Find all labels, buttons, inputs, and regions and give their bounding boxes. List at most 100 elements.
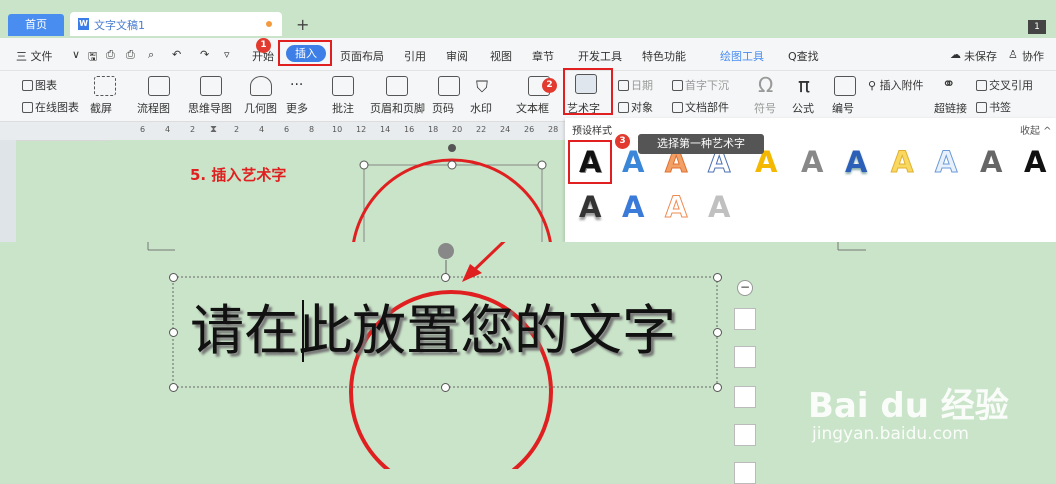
wordart-style-15[interactable]: A <box>708 190 730 224</box>
resize-handle[interactable] <box>441 383 450 392</box>
chevron-down-icon[interactable]: ∨ <box>72 48 80 61</box>
menu-review[interactable]: 审阅 <box>446 48 468 64</box>
ruler-tick: 6 <box>140 125 146 134</box>
resize-handle[interactable] <box>169 328 178 337</box>
wordart-style-10[interactable]: A <box>980 145 1002 179</box>
resize-handle[interactable] <box>713 328 722 337</box>
wordart-style-6[interactable]: A <box>801 145 823 179</box>
resize-handle[interactable] <box>537 160 547 170</box>
wordart-style-1[interactable]: A <box>579 145 601 179</box>
flowchart-button[interactable]: 流程图 <box>137 100 170 116</box>
unsaved-status[interactable]: 未保存 <box>964 48 997 64</box>
menu-drawtools[interactable]: 绘图工具 <box>720 48 764 64</box>
rotate-handle-icon[interactable] <box>448 144 456 152</box>
save-icon[interactable]: 🖫 <box>88 48 97 67</box>
resize-handle[interactable] <box>169 383 178 392</box>
comment-button[interactable]: 批注 <box>332 100 354 116</box>
menu-find[interactable]: Q查找 <box>788 48 819 64</box>
outline-icon[interactable] <box>734 424 756 446</box>
hyperlink-button[interactable]: 超链接 <box>934 100 967 116</box>
page-number-button[interactable]: 页码 <box>432 100 454 116</box>
resize-handle[interactable] <box>169 273 178 282</box>
more-options-icon[interactable] <box>734 462 756 484</box>
formula-button[interactable]: 公式 <box>792 100 814 116</box>
step-badge-2: 2 <box>542 78 557 93</box>
ruler-tick: 22 <box>476 125 487 134</box>
collapse-minus-icon[interactable]: − <box>737 280 753 296</box>
wordart-style-12[interactable]: A <box>579 190 601 224</box>
wordart-text[interactable]: 请在此放置您的文字 <box>190 300 676 362</box>
resize-handle[interactable] <box>441 273 450 282</box>
geometry-button[interactable]: 几何图 <box>244 100 277 116</box>
new-tab-plus-icon[interactable]: + <box>296 15 309 34</box>
indent-marker-icon[interactable]: ⧗ <box>210 124 217 135</box>
object-icon <box>618 102 629 113</box>
resize-handle[interactable] <box>713 273 722 282</box>
attachment-button[interactable]: ⚲ 插入附件 <box>868 77 924 93</box>
export-icon[interactable]: ⎙ <box>106 48 115 62</box>
edit-brush-icon[interactable] <box>734 346 756 368</box>
print-preview-icon[interactable]: ⌕ <box>148 48 154 62</box>
print-icon[interactable]: ⎙ <box>126 48 135 62</box>
wordart-style-8[interactable]: A <box>890 145 913 180</box>
ruler-tick: 26 <box>524 125 535 134</box>
menu-section[interactable]: 章节 <box>532 48 554 64</box>
resize-handle[interactable] <box>447 160 457 170</box>
watermark-icon: ⛉ <box>476 77 489 96</box>
bookmark-button[interactable]: 书签 <box>976 99 1011 115</box>
more-button[interactable]: 更多 <box>286 100 308 116</box>
online-chart-button[interactable]: 在线图表 <box>22 99 79 115</box>
page-number-icon <box>438 76 460 96</box>
symbol-button[interactable]: 符号 <box>754 100 776 116</box>
redo-icon[interactable]: ↷ <box>200 48 209 61</box>
wordart-style-9[interactable]: A <box>934 145 957 180</box>
date-icon <box>618 80 629 91</box>
wordart-style-11[interactable]: A <box>1024 145 1046 179</box>
doc-parts-button[interactable]: 文档部件 <box>672 99 729 115</box>
red-circle-shape-upper[interactable] <box>352 158 552 242</box>
tab-document[interactable]: W 文字文稿1 <box>70 12 282 36</box>
ruler-tick: 24 <box>500 125 511 134</box>
screenshot-button[interactable]: 截屏 <box>90 100 112 116</box>
rotate-handle-icon[interactable] <box>438 243 454 259</box>
menu-file[interactable]: 三 文件 <box>16 48 53 64</box>
wordart-highlight-box <box>563 68 613 115</box>
step-badge-3: 3 <box>615 134 630 149</box>
menu-layout[interactable]: 页面布局 <box>340 48 384 64</box>
menu-reference[interactable]: 引用 <box>404 48 426 64</box>
textbox-button[interactable]: 文本框 <box>516 100 549 116</box>
upper-shape-canvas <box>352 144 552 242</box>
menu-bar: 三 文件 ∨ 🖫 ⎙ ⎙ ⌕ ↶ ↷ ▿ 开始 页面布局 引用 审阅 视图 章节… <box>0 38 1056 71</box>
tab-insert[interactable]: 插入 <box>286 45 326 62</box>
ruler-tick: 18 <box>428 125 439 134</box>
date-button[interactable]: 日期 <box>618 77 653 93</box>
resize-handle[interactable] <box>359 160 369 170</box>
watermark-button[interactable]: 水印 <box>470 100 492 116</box>
mindmap-button[interactable]: 思维导图 <box>188 100 232 116</box>
layout-options-icon[interactable] <box>734 308 756 330</box>
wordart-style-14[interactable]: A <box>664 190 687 225</box>
crossref-button[interactable]: 交叉引用 <box>976 77 1033 93</box>
wordart-style-7[interactable]: A <box>845 145 867 179</box>
dropcap-button[interactable]: 首字下沉 <box>672 77 729 93</box>
collab-button[interactable]: 协作 <box>1022 48 1044 64</box>
collapse-button[interactable]: 收起 ^ <box>1020 122 1052 137</box>
ruler-tick: 14 <box>380 125 391 134</box>
undo-icon[interactable]: ↶ <box>172 48 181 61</box>
wordart-style-13[interactable]: A <box>622 190 644 224</box>
quick-access-dropdown-icon[interactable]: ▿ <box>224 48 230 61</box>
paperclip-icon: ⚲ <box>868 79 880 92</box>
resize-handle[interactable] <box>713 383 722 392</box>
menu-devtools[interactable]: 开发工具 <box>578 48 622 64</box>
menu-features[interactable]: 特色功能 <box>642 48 686 64</box>
chart-label: 图表 <box>35 79 57 92</box>
header-footer-button[interactable]: 页眉和页脚 <box>370 100 425 116</box>
document-icon: W <box>78 18 89 30</box>
fill-bucket-icon[interactable] <box>734 386 756 408</box>
tab-home[interactable]: 首页 <box>8 14 64 36</box>
numbering-button[interactable]: 编号 <box>832 100 854 116</box>
object-button[interactable]: 对象 <box>618 99 653 115</box>
menu-view[interactable]: 视图 <box>490 48 512 64</box>
dropcap-label: 首字下沉 <box>685 79 729 92</box>
chart-button[interactable]: 图表 <box>22 77 57 93</box>
